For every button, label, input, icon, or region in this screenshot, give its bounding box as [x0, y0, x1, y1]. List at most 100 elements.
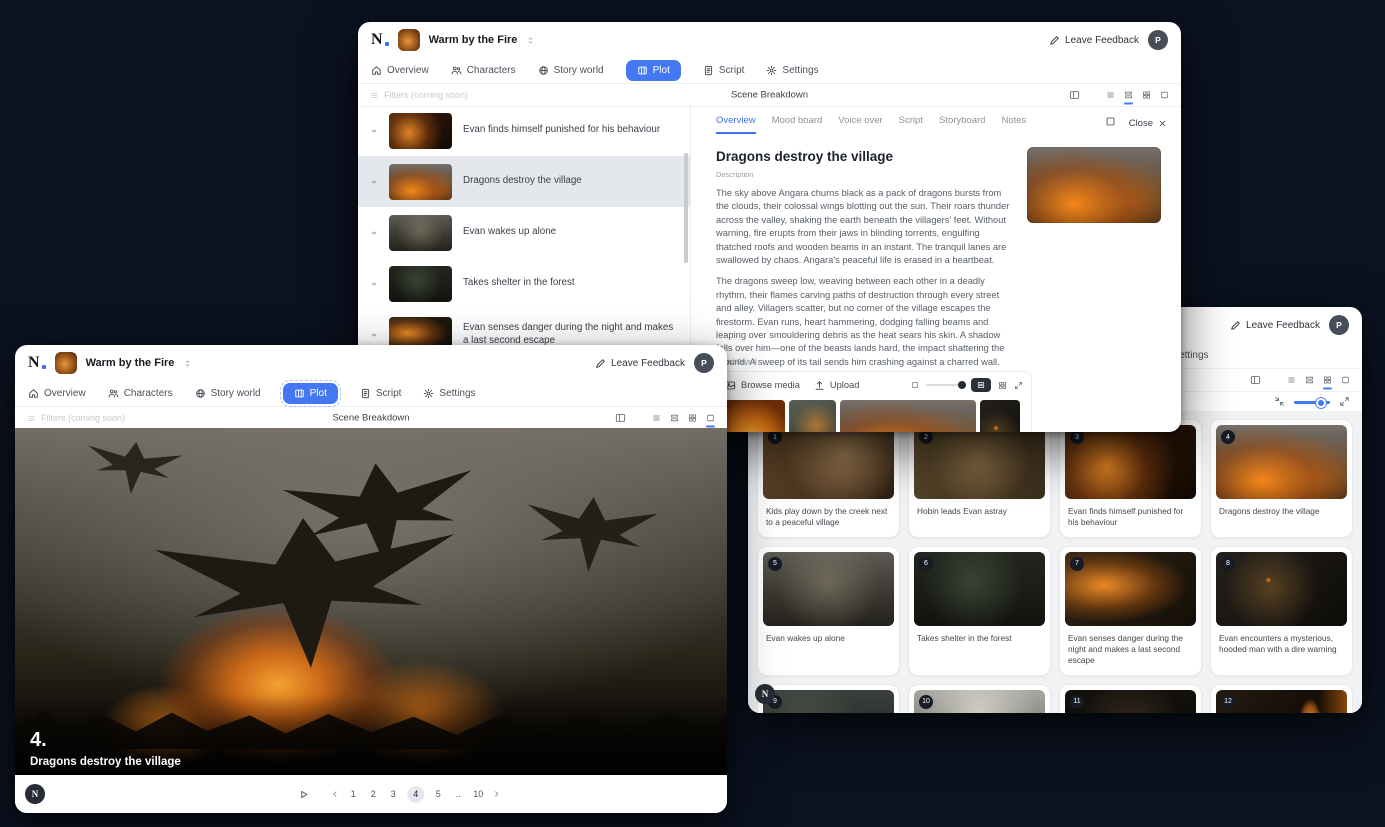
scene-card[interactable]: 10	[908, 684, 1051, 713]
project-select-caret-icon[interactable]	[526, 36, 535, 45]
user-avatar[interactable]: P	[694, 353, 714, 373]
scene-card[interactable]: 2Hobin leads Evan astray	[908, 419, 1051, 538]
single-view-icon[interactable]	[1341, 376, 1350, 385]
tab-settings[interactable]: Settings	[423, 388, 475, 399]
assistant-fab[interactable]: N	[25, 784, 45, 804]
page-4-active[interactable]: 4	[407, 786, 424, 803]
tab-story-world[interactable]: Story world	[195, 388, 261, 399]
prev-page-button[interactable]	[331, 790, 339, 798]
tab-script[interactable]: Script	[703, 65, 745, 76]
thumbnail-size-icon	[911, 381, 919, 389]
page-3[interactable]: 3	[387, 789, 399, 799]
rows-view-icon[interactable]	[1305, 376, 1314, 385]
tab-plot[interactable]: Plot	[626, 60, 681, 81]
user-avatar[interactable]: P	[1148, 30, 1168, 50]
zoom-slider[interactable]	[1294, 401, 1330, 404]
collapse-icon[interactable]	[1274, 394, 1285, 412]
scene-card[interactable]: 1Kids play down by the creek next to a p…	[757, 419, 900, 538]
scene-list-item[interactable]: Takes shelter in the forest	[358, 258, 690, 309]
scene-list-item-selected[interactable]: Dragons destroy the village	[358, 156, 690, 207]
pencil-icon	[1230, 320, 1241, 331]
scene-card[interactable]: 3Evan finds himself punished for his beh…	[1059, 419, 1202, 538]
drag-handle-icon[interactable]	[370, 331, 378, 339]
drag-handle-icon[interactable]	[370, 280, 378, 288]
expand-icon[interactable]	[1339, 394, 1350, 412]
mood-image-fire-dragon[interactable]	[719, 400, 785, 432]
rows-view-icon[interactable]	[1124, 91, 1133, 100]
page-10[interactable]: 10	[472, 789, 484, 799]
detail-tab-storyboard[interactable]: Storyboard	[939, 115, 985, 134]
tab-settings[interactable]: Settings	[766, 65, 818, 76]
upload-button[interactable]: Upload	[814, 380, 859, 391]
grid-view-icon[interactable]	[998, 381, 1007, 390]
tab-characters[interactable]: Characters	[108, 388, 173, 399]
grid-view-icon[interactable]	[688, 414, 697, 423]
scrollbar[interactable]	[684, 153, 688, 263]
tab-overview[interactable]: Overview	[28, 388, 86, 399]
scene-card[interactable]: 7Evan senses danger during the night and…	[1059, 546, 1202, 676]
scene-card[interactable]: 8Evan encounters a mysterious, hooded ma…	[1210, 546, 1353, 676]
detail-tab-overview[interactable]: Overview	[716, 115, 756, 134]
scene-card[interactable]: 4Dragons destroy the village	[1210, 419, 1353, 538]
thumbnail-size-slider[interactable]	[926, 384, 964, 386]
page-1[interactable]: 1	[347, 789, 359, 799]
close-panel-button[interactable]: Close	[1129, 118, 1167, 129]
expand-icon[interactable]	[1014, 381, 1023, 390]
scene-caption: Takes shelter in the forest	[914, 633, 1045, 644]
scene-detail-thumbnail[interactable]	[1027, 147, 1161, 223]
browse-media-button[interactable]: Browse media	[725, 380, 800, 391]
drag-handle-icon[interactable]	[370, 127, 378, 135]
tab-overview[interactable]: Overview	[371, 65, 429, 76]
kanban-view-icon[interactable]	[615, 413, 626, 424]
list-view-icon[interactable]	[652, 414, 661, 423]
assistant-fab[interactable]: N	[755, 684, 775, 704]
grid-view-icon[interactable]	[1323, 376, 1332, 385]
tab-story-world[interactable]: Story world	[538, 65, 604, 76]
masonry-view-toggle[interactable]	[971, 378, 991, 392]
mood-image-burning-village[interactable]	[840, 400, 976, 432]
grid-view-icon[interactable]	[1142, 91, 1151, 100]
scene-card[interactable]: 9	[757, 684, 900, 713]
scene-hero-image[interactable]: 4. Dragons destroy the village	[15, 428, 727, 775]
rows-view-icon[interactable]	[670, 414, 679, 423]
play-button[interactable]	[298, 789, 309, 800]
kanban-view-icon[interactable]	[1250, 375, 1261, 386]
project-select-caret-icon[interactable]	[183, 359, 192, 368]
leave-feedback-button[interactable]: Leave Feedback	[1049, 35, 1139, 46]
filters-button[interactable]: Filters (coming soon)	[27, 413, 125, 423]
drag-handle-icon[interactable]	[370, 229, 378, 237]
detail-tab-voice-over[interactable]: Voice over	[838, 115, 882, 134]
expand-panel-icon[interactable]	[1105, 116, 1116, 130]
scene-card[interactable]: 12	[1210, 684, 1353, 713]
filters-button[interactable]: Filters (coming soon)	[370, 90, 468, 100]
slider-knob[interactable]	[958, 381, 966, 389]
scene-card[interactable]: 11	[1059, 684, 1202, 713]
single-view-icon[interactable]	[1160, 91, 1169, 100]
page-2[interactable]: 2	[367, 789, 379, 799]
scene-list-item[interactable]: Evan finds himself punished for his beha…	[358, 105, 690, 156]
project-title[interactable]: Warm by the Fire	[429, 34, 518, 46]
mood-image-dark-dragon[interactable]	[980, 400, 1020, 432]
scene-card[interactable]: 5Evan wakes up alone	[757, 546, 900, 676]
tab-script[interactable]: Script	[360, 388, 402, 399]
scene-card[interactable]: 6Takes shelter in the forest	[908, 546, 1051, 676]
detail-tab-notes[interactable]: Notes	[1001, 115, 1026, 134]
detail-tab-script[interactable]: Script	[899, 115, 923, 134]
zoom-slider-knob[interactable]	[1316, 398, 1326, 408]
leave-feedback-button[interactable]: Leave Feedback	[595, 358, 685, 369]
scene-list-item[interactable]: Evan wakes up alone	[358, 207, 690, 258]
tab-plot[interactable]: Plot	[283, 383, 338, 404]
mood-image-green-dragon[interactable]	[789, 400, 836, 432]
single-view-icon[interactable]	[706, 414, 715, 423]
tab-characters[interactable]: Characters	[451, 65, 516, 76]
kanban-view-icon[interactable]	[1069, 90, 1080, 101]
drag-handle-icon[interactable]	[370, 178, 378, 186]
next-page-button[interactable]	[492, 790, 500, 798]
page-5[interactable]: 5	[432, 789, 444, 799]
leave-feedback-button[interactable]: Leave Feedback	[1230, 320, 1320, 331]
list-view-icon[interactable]	[1106, 91, 1115, 100]
user-avatar[interactable]: P	[1329, 315, 1349, 335]
detail-tab-mood-board[interactable]: Mood board	[772, 115, 823, 134]
list-view-icon[interactable]	[1287, 376, 1296, 385]
project-title[interactable]: Warm by the Fire	[86, 357, 175, 369]
